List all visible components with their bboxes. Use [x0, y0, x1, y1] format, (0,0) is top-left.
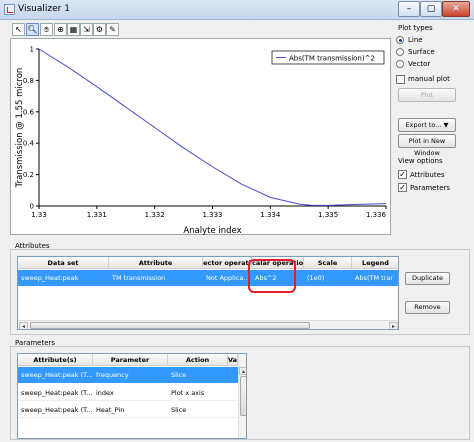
plot-button[interactable]: Plot: [398, 88, 456, 102]
close-button[interactable]: ✕: [442, 1, 470, 17]
cell-attributes: sweep_Heat:peak (T...: [21, 371, 93, 379]
col-data-set[interactable]: Data set: [18, 257, 109, 269]
parameters-checkbox-label: Parameters: [410, 184, 451, 192]
zoom-region-icon[interactable]: ⊕: [54, 23, 67, 36]
edit-icon[interactable]: ✎: [106, 23, 119, 36]
cell-legend: Abs(TM trar: [355, 274, 394, 282]
scroll-left-icon[interactable]: ◂: [19, 322, 28, 329]
export-icon[interactable]: ⇲: [80, 23, 93, 36]
x-tick-label: 1.33: [31, 211, 47, 219]
x-tick-label: 1.334: [260, 211, 281, 219]
select-tool-icon[interactable]: ↖: [12, 23, 25, 36]
settings-icon[interactable]: ⚙︎: [93, 23, 106, 36]
cell-scale: (1e0): [307, 274, 325, 282]
title-bar: Visualizer 1 – ▢ ✕: [0, 0, 474, 20]
y-tick-label: 1: [30, 46, 34, 54]
plot-area[interactable]: 1.33 1.331 1.332 1.333 1.334 1.335 1.336 0 0.2 0.…: [10, 38, 391, 237]
cell-action[interactable]: Slice: [168, 403, 228, 417]
x-tick-label: 1.331: [87, 211, 107, 219]
duplicate-button[interactable]: Duplicate: [405, 272, 450, 285]
cell-parameter: frequency: [96, 371, 129, 379]
parameters-vscrollbar[interactable]: ▴: [238, 354, 246, 438]
minimize-button[interactable]: –: [398, 1, 420, 17]
attributes-hscrollbar[interactable]: ◂ ▸: [18, 320, 398, 329]
attributes-checkbox-label: Attributes: [410, 171, 445, 179]
radio-surface-label: Surface: [408, 48, 435, 56]
cell-data-set: sweep_Heat:peak: [21, 274, 79, 282]
manual-plot-label: manual plot: [408, 75, 450, 83]
attributes-checkbox[interactable]: ✓: [398, 170, 407, 179]
line-chart: 1.33 1.331 1.332 1.333 1.334 1.335 1.33600.20.…: [15, 46, 387, 237]
col-attribute[interactable]: Attribute: [109, 257, 203, 269]
export-dropdown[interactable]: Export to... ▼: [398, 118, 456, 132]
cell-action[interactable]: Plot x axis: [168, 386, 228, 400]
radio-vector[interactable]: [396, 60, 404, 68]
attributes-table[interactable]: Data set Attribute ector operati calar o…: [17, 256, 399, 330]
cell-action[interactable]: Slice: [168, 368, 228, 382]
scroll-thumb[interactable]: [30, 322, 310, 329]
scroll-right-icon[interactable]: ▸: [389, 322, 398, 329]
plot-new-window-button[interactable]: Plot in New Window: [398, 134, 456, 157]
cell-parameter: index: [96, 389, 114, 397]
col-parameter[interactable]: Parameter: [93, 354, 168, 366]
x-tick-label: 1.335: [318, 211, 338, 219]
parameters-table[interactable]: Attribute(s) Parameter Action Va sweep_H…: [17, 353, 247, 439]
pan-tool-icon[interactable]: ✋︎: [40, 23, 53, 36]
cell-attribute: TM transmission: [112, 274, 166, 282]
manual-plot-checkbox[interactable]: [396, 75, 405, 84]
x-tick-label: 1.336: [366, 211, 387, 219]
col-action[interactable]: Action: [168, 354, 228, 366]
legend-label: Abs(TM transmission)^2: [289, 55, 375, 63]
col-vector-operation[interactable]: ector operati: [203, 257, 252, 269]
cell-attributes: sweep_Heat:peak (T...: [21, 406, 93, 414]
col-attributes[interactable]: Attribute(s): [18, 354, 93, 366]
col-scale[interactable]: Scale: [304, 257, 352, 269]
y-tick-label: 0: [30, 203, 34, 211]
app-icon: [4, 4, 15, 15]
cell-attributes: sweep_Heat:peak (T...: [21, 389, 93, 397]
zoom-tool-icon[interactable]: 🔍︎: [26, 23, 39, 36]
cell-parameter: Heat_Pin: [96, 406, 125, 414]
radio-line-label: Line: [408, 36, 423, 44]
highlight-annotation: [248, 259, 296, 293]
plot-types-label: Plot types: [398, 24, 433, 32]
col-legend[interactable]: Legend: [352, 257, 398, 269]
radio-line[interactable]: [396, 36, 404, 44]
maximize-button[interactable]: ▢: [420, 1, 442, 17]
view-options-label: View options: [398, 157, 443, 165]
x-axis-label: Analyte index: [183, 226, 241, 236]
remove-button[interactable]: Remove: [405, 301, 450, 314]
y-axis-label: Transmission @ 1.55 micron: [15, 68, 25, 189]
radio-surface[interactable]: [396, 48, 404, 56]
parameters-checkbox[interactable]: ✓: [398, 183, 407, 192]
table-row[interactable]: sweep_Heat:peak TM transmission Not Appl…: [18, 270, 398, 286]
col-value[interactable]: Va: [228, 354, 238, 366]
radio-vector-label: Vector: [408, 60, 431, 68]
table-row[interactable]: sweep_Heat:peak (T... index Plot x axis: [18, 385, 238, 401]
table-row[interactable]: sweep_Heat:peak (T... Heat_Pin Slice: [18, 402, 238, 418]
x-tick-label: 1.333: [202, 211, 222, 219]
table-row[interactable]: sweep_Heat:peak (T... frequency Slice: [18, 367, 238, 383]
x-tick-label: 1.332: [145, 211, 165, 219]
window-title: Visualizer 1: [18, 4, 70, 14]
image-icon[interactable]: ▦: [67, 23, 80, 36]
series-line: [38, 48, 387, 206]
scroll-up-icon[interactable]: ▴: [239, 367, 246, 375]
scroll-thumb[interactable]: [240, 376, 246, 416]
cell-vector-operation: Not Applica...: [206, 274, 250, 282]
